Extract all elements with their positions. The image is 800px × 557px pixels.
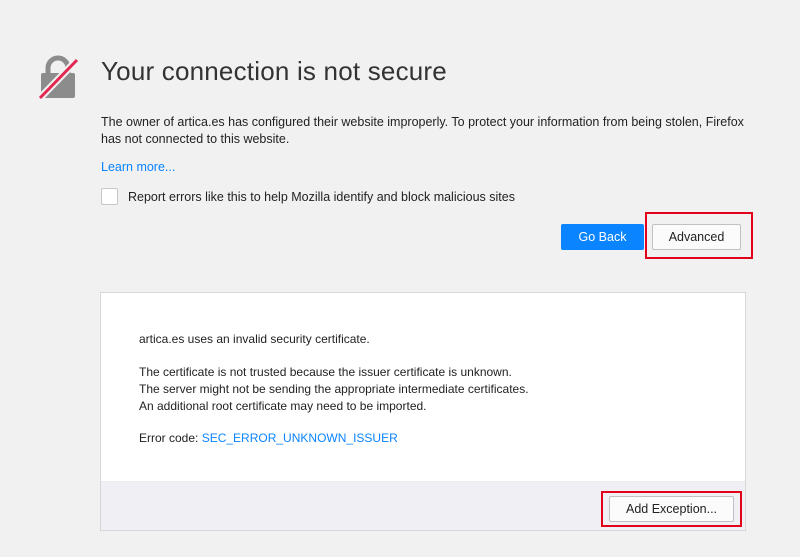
intermediate-certificates-text: The server might not be sending the appr… — [139, 382, 529, 396]
connection-error-page: Your connection is not secure The owner … — [0, 0, 800, 557]
page-title: Your connection is not secure — [101, 56, 447, 86]
report-errors-label[interactable]: Report errors like this to help Mozilla … — [128, 190, 515, 204]
error-code-link[interactable]: SEC_ERROR_UNKNOWN_ISSUER — [202, 431, 398, 445]
broken-lock-icon — [37, 55, 80, 100]
learn-more-link[interactable]: Learn more... — [101, 160, 175, 174]
error-code-prefix: Error code: — [139, 431, 202, 445]
add-exception-button[interactable]: Add Exception... — [609, 496, 734, 522]
advanced-button[interactable]: Advanced — [652, 224, 741, 250]
error-code-line: Error code: SEC_ERROR_UNKNOWN_ISSUER — [139, 430, 398, 447]
error-description: The owner of artica.es has configured th… — [101, 115, 744, 146]
report-errors-checkbox[interactable] — [101, 188, 118, 205]
invalid-certificate-text: artica.es uses an invalid security certi… — [139, 332, 370, 346]
go-back-button[interactable]: Go Back — [561, 224, 644, 250]
not-trusted-text: The certificate is not trusted because t… — [139, 365, 512, 379]
root-certificate-text: An additional root certificate may need … — [139, 399, 427, 413]
report-errors-row[interactable]: Report errors like this to help Mozilla … — [101, 188, 515, 205]
